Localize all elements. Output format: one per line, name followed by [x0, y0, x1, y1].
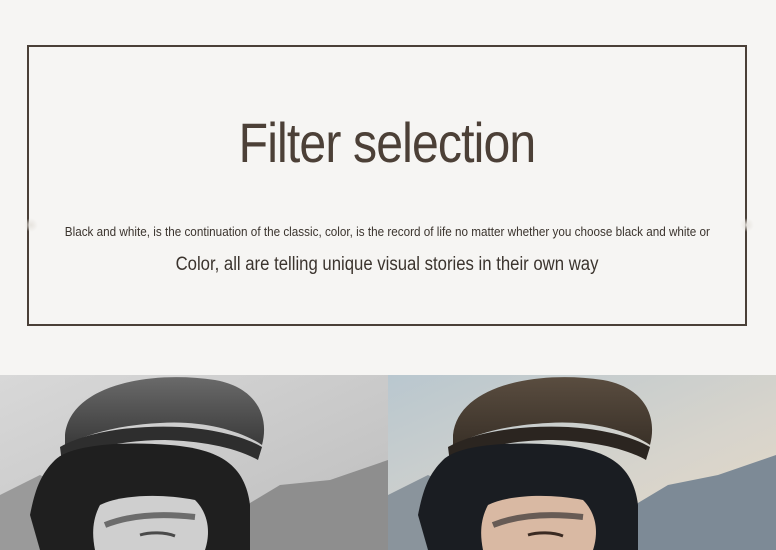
black-and-white-photo [0, 375, 388, 550]
section-subtitle-line2: Color, all are telling unique visual sto… [175, 254, 599, 275]
section-title: Filter selection [238, 111, 537, 174]
section-subtitle-line1: Black and white, is the continuation of … [64, 224, 710, 239]
color-photo [388, 375, 776, 550]
title-frame: Filter selection Black and white, is the… [27, 45, 747, 326]
right-glint-decoration [740, 218, 754, 232]
filter-comparison-photos [0, 375, 776, 550]
left-glint-decoration [24, 218, 38, 232]
